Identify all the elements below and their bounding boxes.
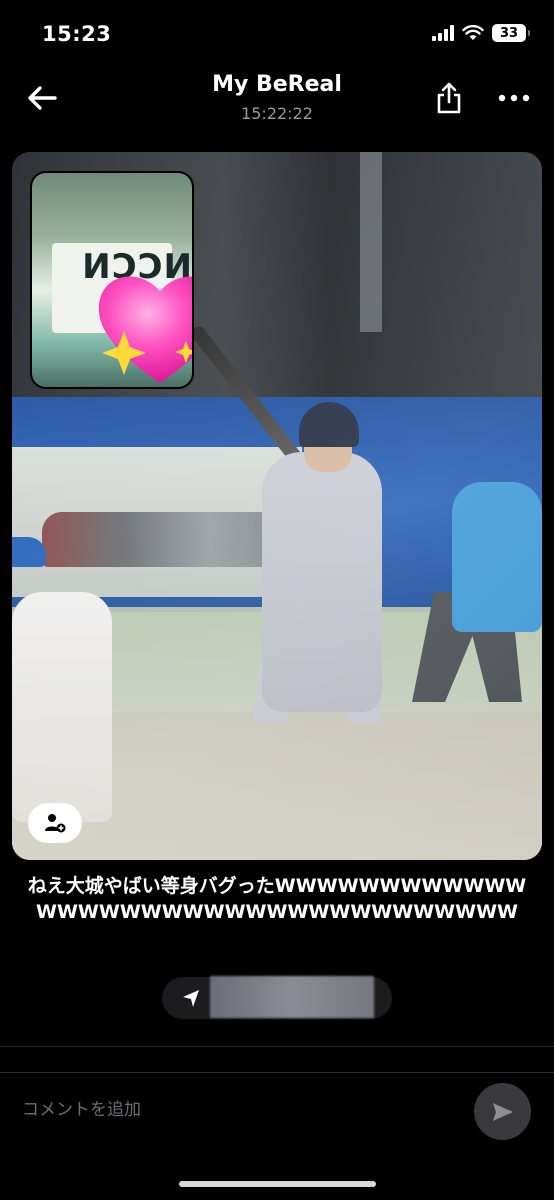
- home-indicator[interactable]: [179, 1181, 376, 1187]
- location-arrow-icon: [183, 990, 199, 1007]
- location-redacted: [210, 976, 374, 1018]
- comment-input[interactable]: [22, 1092, 452, 1128]
- status-bar: 15:23 33: [0, 0, 554, 70]
- send-icon: [492, 1102, 513, 1121]
- header: My BeReal 15:22:22: [0, 70, 554, 140]
- selfie-inset[interactable]: NCCN A: [30, 171, 194, 389]
- status-time: 15:23: [42, 22, 112, 46]
- send-button[interactable]: [474, 1083, 531, 1140]
- status-icons: 33: [432, 24, 530, 42]
- add-person-icon: [45, 814, 66, 833]
- divider: [0, 1072, 554, 1073]
- more-button[interactable]: [496, 86, 532, 110]
- tag-friends-button[interactable]: [28, 803, 82, 843]
- signal-icon: [432, 25, 454, 41]
- sparkling-heart-icon: [98, 276, 192, 383]
- post-timestamp: 15:22:22: [241, 104, 313, 123]
- share-icon: [437, 82, 461, 114]
- share-button[interactable]: [434, 80, 464, 116]
- page-title: My BeReal: [212, 72, 342, 97]
- more-icon: [498, 94, 530, 102]
- wifi-icon: [462, 25, 484, 40]
- post-caption: ねえ大城やばい等身バグったWWWWWWWWWWWWWWWWWWWWWWWWWWW…: [27, 875, 527, 923]
- battery-icon: 33: [492, 24, 530, 42]
- divider: [0, 1046, 554, 1047]
